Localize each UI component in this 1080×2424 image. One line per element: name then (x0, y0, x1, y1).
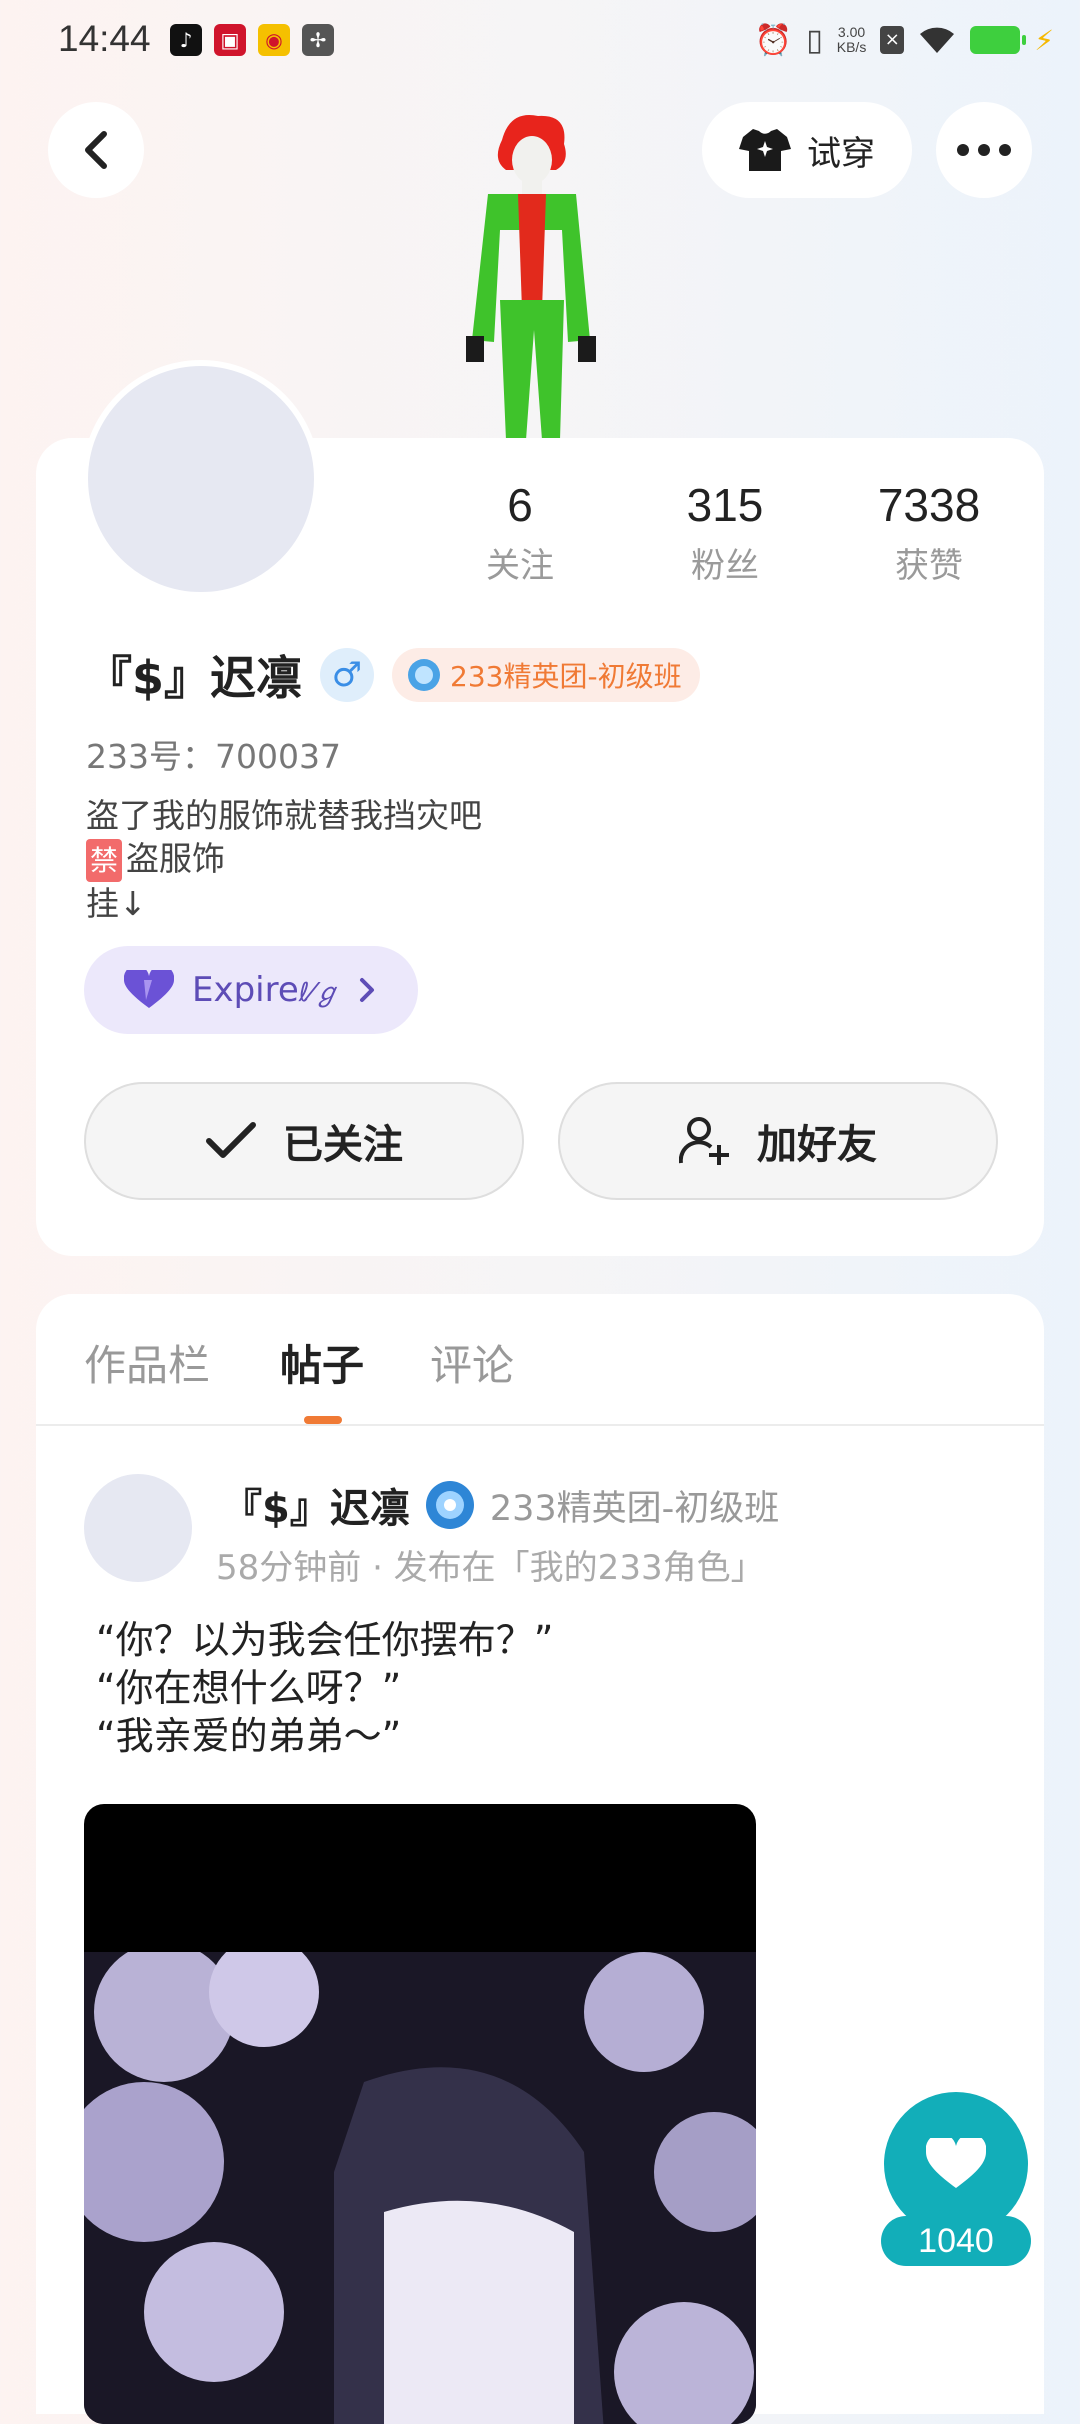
tab-posts[interactable]: 帖子 (280, 1332, 364, 1393)
group-name-wrapper: Expireℓ⁄ℊ (192, 970, 340, 1010)
followers-count: 315 (686, 479, 764, 531)
post-text[interactable]: “你？以为我会任你摆布？” “你在想什么呀？” “我亲爱的弟弟～” (96, 1616, 553, 1760)
try-on-label: 试穿 (807, 133, 875, 174)
chevron-left-icon (85, 131, 107, 169)
rank-badge[interactable]: 233精英团-初级班 (392, 648, 700, 702)
stat-likes[interactable]: 7338 获赞 (839, 478, 1019, 587)
bio-line-3: 挂↓ (86, 884, 147, 923)
more-button[interactable] (936, 102, 1032, 198)
followers-label: 粉丝 (691, 546, 759, 586)
network-speed-unit: KB/s (836, 39, 867, 55)
tab-divider (36, 1424, 1044, 1426)
alarm-icon: ⏰ (754, 22, 793, 58)
check-icon (206, 1122, 256, 1158)
heart-icon (926, 2138, 986, 2188)
post-text-line-3: “我亲爱的弟弟～” (96, 1714, 402, 1758)
post-meta: 58分钟前 · 发布在「我的233角色」 (216, 1548, 765, 1588)
post-author-avatar[interactable] (84, 1474, 192, 1582)
bio-line-2-text: 盗服饰 (126, 839, 226, 878)
rank-medal-icon (408, 659, 441, 691)
user-id: 233号：700037 (86, 737, 341, 776)
back-button[interactable] (48, 102, 144, 198)
video-app-icon: ▣ (214, 24, 246, 56)
post-author-row: 『$』迟凛 233精英团-初级班 (222, 1476, 779, 1534)
post-author-name[interactable]: 『$』迟凛 (222, 1476, 410, 1534)
profile-bio: 盗了我的服饰就替我挡灾吧 禁盗服饰 挂↓ (86, 794, 482, 925)
likes-received-count: 7338 (877, 479, 981, 531)
heart-icon (124, 970, 174, 1008)
like-button[interactable] (884, 2092, 1028, 2236)
tab-works[interactable]: 作品栏 (84, 1332, 210, 1393)
status-indicators: ⏰ ▯ 3.00 KB/s × ⚡ (755, 20, 1054, 60)
battery-icon (970, 26, 1027, 54)
wifi-icon (920, 27, 955, 53)
likes-received-label: 获赞 (895, 546, 963, 586)
profile-username: 『$』迟凛 (86, 651, 303, 705)
add-friend-button[interactable]: 加好友 (558, 1082, 998, 1200)
bio-line-1: 盗了我的服饰就替我挡灾吧 (86, 796, 482, 835)
status-bar: 14:44 ♪ ▣ ◉ ✢ ⏰ ▯ 3.00 KB/s × ⚡ (0, 0, 1080, 80)
post-text-line-2: “你在想什么呀？” (96, 1666, 402, 1710)
add-friend-icon (679, 1117, 729, 1165)
followed-button[interactable]: 已关注 (84, 1082, 524, 1200)
tab-comments[interactable]: 评论 (430, 1332, 514, 1393)
weibo-icon: ◉ (258, 24, 290, 56)
active-tab-indicator (304, 1416, 342, 1424)
post-author-rank: 233精英团-初级班 (489, 1488, 780, 1529)
group-badge-button[interactable]: Expireℓ⁄ℊ (84, 946, 418, 1034)
charging-icon: ⚡ (1034, 23, 1054, 57)
more-dots-icon (957, 144, 1011, 156)
post-image[interactable] (84, 1804, 756, 2424)
stat-following[interactable]: 6 关注 (430, 478, 610, 587)
bio-line-2: 禁盗服饰 (86, 837, 482, 882)
try-on-button[interactable]: 试穿 (702, 102, 912, 198)
sim-off-icon: × (880, 26, 905, 54)
following-label: 关注 (486, 546, 554, 586)
profile-name-row: 『$』迟凛 ♂ 233精英团-初级班 (86, 642, 700, 708)
male-icon: ♂ (320, 648, 375, 702)
profile-avatar[interactable] (82, 360, 320, 598)
network-speed: 3.00 KB/s (837, 25, 867, 55)
group-suffix: ℓ⁄ℊ (298, 978, 340, 1008)
ban-tag: 禁 (86, 839, 123, 882)
rank-label: 233精英团-初级班 (450, 660, 682, 693)
vibrate-icon: ▯ (806, 22, 823, 58)
add-friend-label: 加好友 (757, 1122, 877, 1168)
app-icon: ✢ (302, 24, 334, 56)
followed-label: 已关注 (283, 1122, 403, 1168)
following-count: 6 (507, 479, 533, 531)
rank-medal-icon (425, 1481, 474, 1529)
stat-followers[interactable]: 315 粉丝 (635, 478, 815, 587)
shirt-icon (739, 129, 791, 171)
character-avatar-figure[interactable] (440, 110, 620, 440)
like-count: 1040 (881, 2216, 1031, 2266)
tiktok-icon: ♪ (170, 24, 202, 56)
post-image-art (84, 1952, 756, 2424)
group-name: Expire (192, 970, 299, 1010)
chevron-right-icon (359, 978, 374, 1002)
network-speed-value: 3.00 (837, 24, 866, 40)
status-time: 14:44 (58, 18, 151, 59)
post-text-line-1: “你？以为我会任你摆布？” (96, 1618, 554, 1662)
